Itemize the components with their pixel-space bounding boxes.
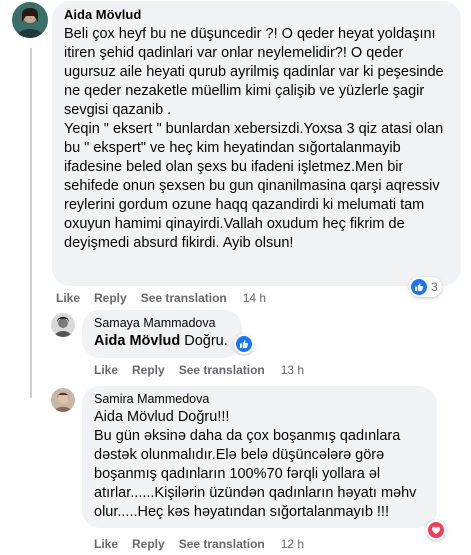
reply-first-line: Aida Mövlud Doğru!!! — [94, 408, 425, 427]
reply-actions: Like Reply See translation 12 h — [94, 537, 318, 551]
comment-text: Beli çox heyf bu ne düşuncedir ?! O qede… — [64, 26, 444, 251]
reply-bubble: Samaya Mammadova Aida Mövlud Doğru. — [82, 310, 242, 358]
thread-line — [30, 338, 32, 398]
reaction-summary[interactable]: 3 — [409, 277, 442, 297]
reply-text-body: Doğru. — [180, 333, 228, 349]
avatar-samira[interactable] — [51, 388, 75, 412]
love-icon — [428, 522, 444, 538]
reaction-count: 3 — [431, 280, 438, 294]
comment-bubble: Aida Mövlud Beli çox heyf bu ne düşunced… — [52, 1, 461, 286]
reaction-summary[interactable] — [234, 334, 254, 354]
like-button[interactable]: Like — [56, 291, 80, 305]
like-button[interactable]: Like — [94, 363, 118, 377]
reaction-summary[interactable] — [426, 520, 446, 540]
timestamp[interactable]: 13 h — [281, 363, 304, 377]
see-translation-button[interactable]: See translation — [179, 537, 265, 551]
like-icon — [236, 336, 252, 352]
reply-bubble: Samira Mammedova Aida Mövlud Doğru!!! Bu… — [82, 386, 437, 528]
avatar-samaya[interactable] — [51, 313, 75, 337]
reply-text: Aida Mövlud Doğru. — [94, 332, 230, 351]
reply-actions: Like Reply See translation 13 h — [94, 363, 318, 377]
mention-link[interactable]: Aida Mövlud — [94, 409, 174, 425]
timestamp[interactable]: 14 h — [243, 291, 266, 305]
reply-author[interactable]: Samira Mammedova — [94, 392, 425, 406]
comment-actions: Like Reply See translation 14 h — [56, 291, 280, 305]
avatar-aida[interactable] — [12, 2, 48, 38]
reply-button[interactable]: Reply — [132, 363, 165, 377]
see-translation-button[interactable]: See translation — [179, 363, 265, 377]
like-button[interactable]: Like — [94, 537, 118, 551]
see-translation-button[interactable]: See translation — [141, 291, 227, 305]
reply-button[interactable]: Reply — [132, 537, 165, 551]
reply-text: Bu gün əksinə daha da çox boşanmış qadın… — [94, 428, 421, 520]
reply-author[interactable]: Samaya Mammadova — [94, 316, 230, 330]
thread-line — [30, 48, 32, 338]
reply-text-head: Doğru!!! — [173, 409, 230, 425]
comment-author[interactable]: Aida Mövlud — [64, 7, 449, 22]
reply-button[interactable]: Reply — [94, 291, 127, 305]
timestamp[interactable]: 12 h — [281, 537, 304, 551]
mention-link[interactable]: Aida Mövlud — [94, 333, 180, 349]
like-icon — [411, 279, 427, 295]
